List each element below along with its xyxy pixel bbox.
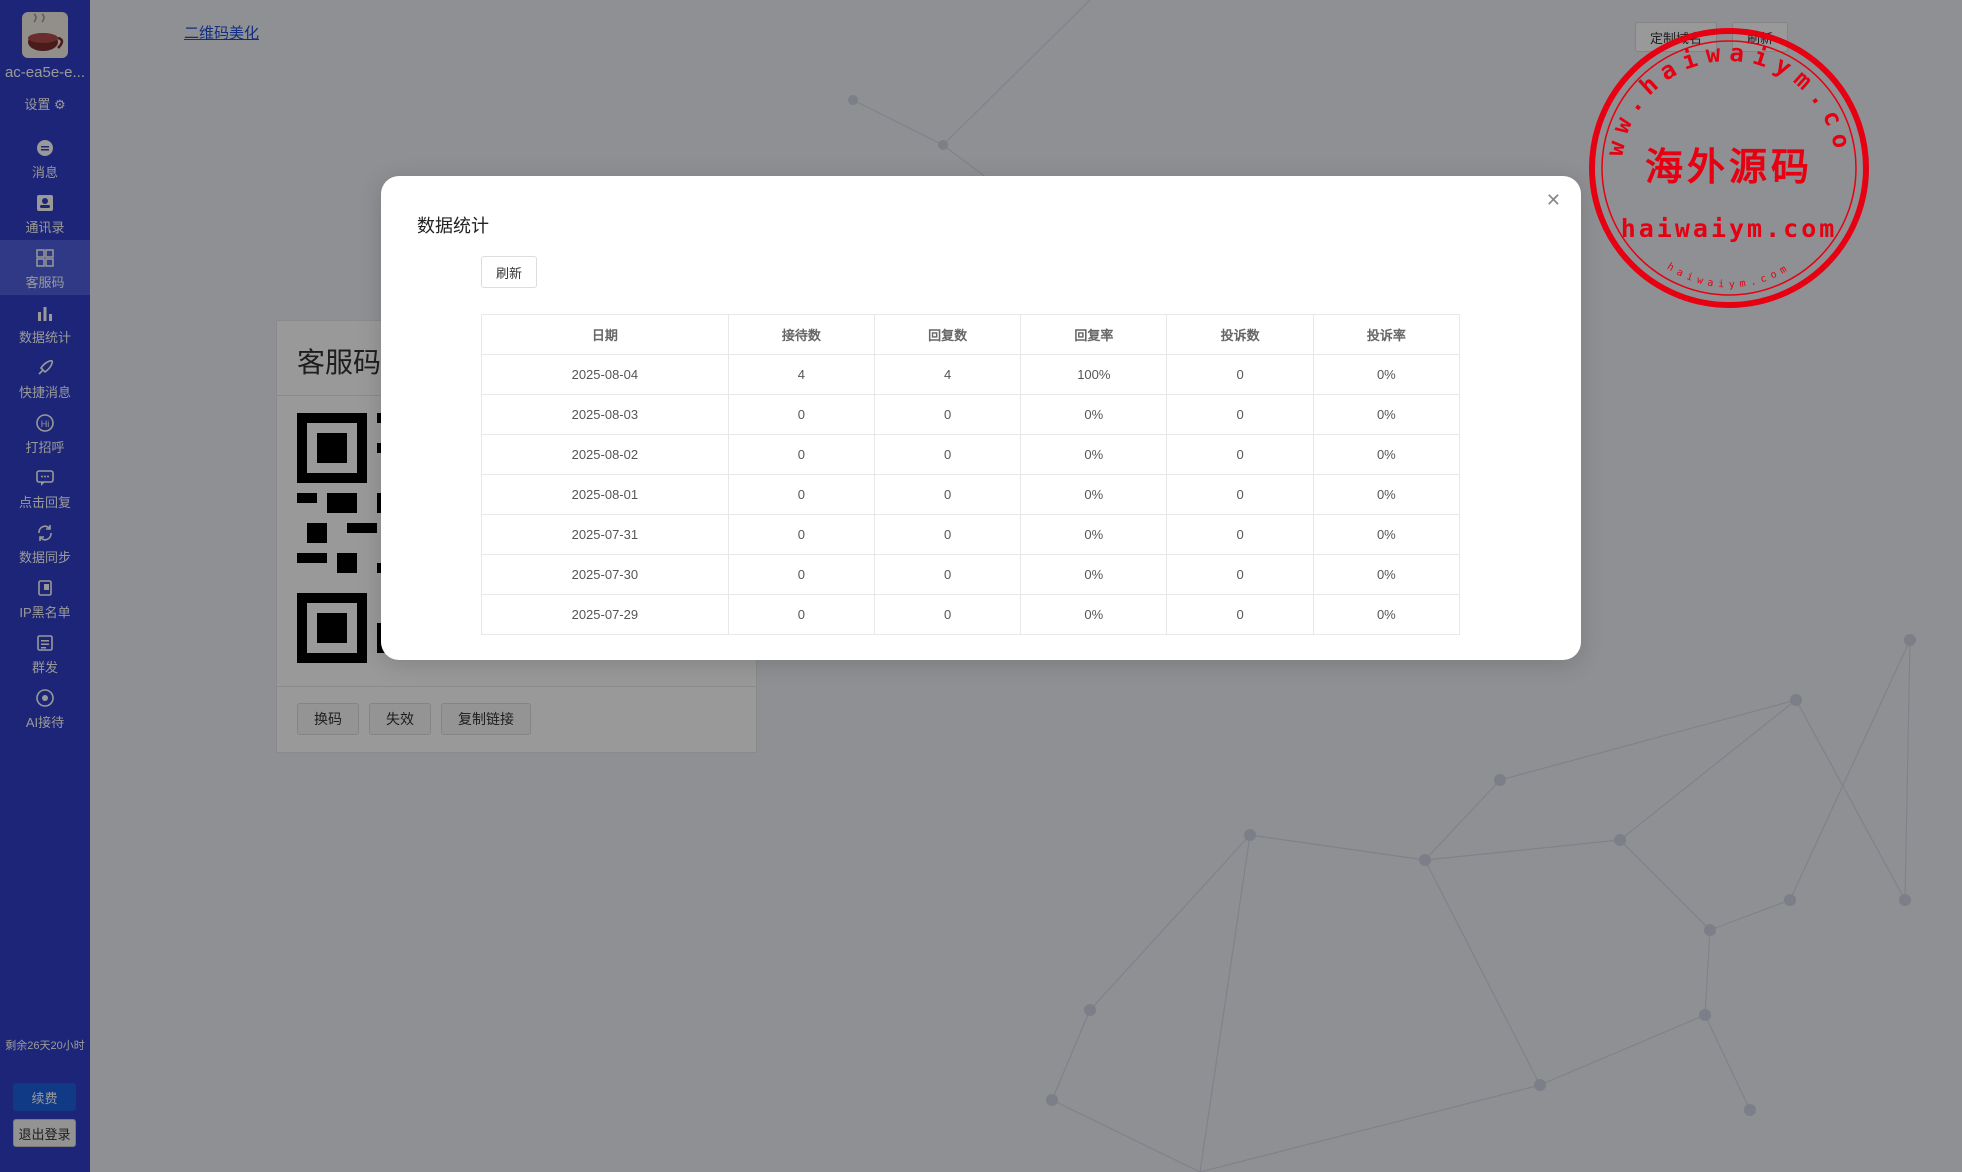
table-cell: 0 xyxy=(1166,394,1314,435)
table-cell: 0% xyxy=(1312,514,1461,555)
table-row: 2025-07-31 0 0 0% 0 0% xyxy=(481,514,1461,555)
table-cell: 2025-07-31 xyxy=(481,514,729,555)
table-row: 2025-07-30 0 0 0% 0 0% xyxy=(481,554,1461,595)
table-cell: 0 xyxy=(873,594,1022,635)
table-cell: 0% xyxy=(1020,474,1168,515)
watermark-bottom-text: haiwaiym.com xyxy=(1621,214,1838,243)
table-header-row: 日期 接待数 回复数 回复率 投诉数 投诉率 xyxy=(481,314,1461,355)
table-cell: 0 xyxy=(727,514,875,555)
table-cell: 0 xyxy=(727,394,875,435)
table-cell: 0% xyxy=(1312,434,1461,475)
table-cell: 0 xyxy=(1166,554,1314,595)
table-cell: 100% xyxy=(1020,354,1168,395)
column-header-replied: 回复数 xyxy=(873,314,1022,355)
table-cell: 0 xyxy=(727,554,875,595)
close-icon[interactable]: ✕ xyxy=(1546,190,1561,211)
table-row: 2025-08-02 0 0 0% 0 0% xyxy=(481,434,1461,475)
table-row: 2025-08-01 0 0 0% 0 0% xyxy=(481,474,1461,515)
column-header-complaints: 投诉数 xyxy=(1166,314,1314,355)
table-cell: 0 xyxy=(1166,514,1314,555)
column-header-complaint-rate: 投诉率 xyxy=(1312,314,1461,355)
table-cell: 2025-07-30 xyxy=(481,554,729,595)
table-cell: 0% xyxy=(1312,394,1461,435)
table-cell: 0 xyxy=(1166,594,1314,635)
table-cell: 4 xyxy=(727,354,875,395)
watermark-center-text: 海外源码 xyxy=(1645,144,1813,189)
table-cell: 2025-08-03 xyxy=(481,394,729,435)
table-cell: 0% xyxy=(1312,474,1461,515)
table-row: 2025-07-29 0 0 0% 0 0% xyxy=(481,594,1461,635)
table-cell: 0 xyxy=(873,554,1022,595)
table-cell: 0% xyxy=(1312,354,1461,395)
table-cell: 0% xyxy=(1020,434,1168,475)
table-cell: 2025-07-29 xyxy=(481,594,729,635)
table-cell: 0% xyxy=(1020,594,1168,635)
table-cell: 0% xyxy=(1020,514,1168,555)
table-cell: 0% xyxy=(1312,594,1461,635)
svg-text:www.haiwaiym.com: www.haiwaiym.com xyxy=(1586,25,1858,158)
table-cell: 0 xyxy=(1166,434,1314,475)
refresh-button[interactable]: 刷新 xyxy=(481,256,538,288)
table-cell: 0% xyxy=(1312,554,1461,595)
column-header-date: 日期 xyxy=(481,314,729,355)
watermark-stamp: www.haiwaiym.com 海外源码 haiwaiym.com haiwa… xyxy=(1586,25,1869,308)
table-cell: 0 xyxy=(1166,474,1314,515)
column-header-received: 接待数 xyxy=(727,314,875,355)
column-header-reply-rate: 回复率 xyxy=(1020,314,1168,355)
table-cell: 0 xyxy=(727,594,875,635)
table-cell: 0 xyxy=(1166,354,1314,395)
table-cell: 2025-08-04 xyxy=(481,354,729,395)
table-cell: 2025-08-02 xyxy=(481,434,729,475)
table-cell: 2025-08-01 xyxy=(481,474,729,515)
table-row: 2025-08-03 0 0 0% 0 0% xyxy=(481,394,1461,435)
table-cell: 0% xyxy=(1020,554,1168,595)
table-row: 2025-08-04 4 4 100% 0 0% xyxy=(481,354,1461,395)
table-cell: 0 xyxy=(873,394,1022,435)
stats-table: 日期 接待数 回复数 回复率 投诉数 投诉率 2025-08-04 4 4 100% 0… xyxy=(481,314,1461,635)
table-cell: 0 xyxy=(873,434,1022,475)
watermark-ring-text: www.haiwaiym.com xyxy=(1586,25,1850,158)
table-cell: 0 xyxy=(873,514,1022,555)
table-cell: 0 xyxy=(727,434,875,475)
table-cell: 0 xyxy=(727,474,875,515)
table-cell: 4 xyxy=(873,354,1022,395)
table-cell: 0 xyxy=(873,474,1022,515)
dialog-title: 数据统计 xyxy=(417,216,489,236)
stats-dialog: 数据统计 ✕ 刷新 日期 接待数 回复数 回复率 投诉数 投诉率 2025-08… xyxy=(381,176,1581,660)
table-cell: 0% xyxy=(1020,394,1168,435)
